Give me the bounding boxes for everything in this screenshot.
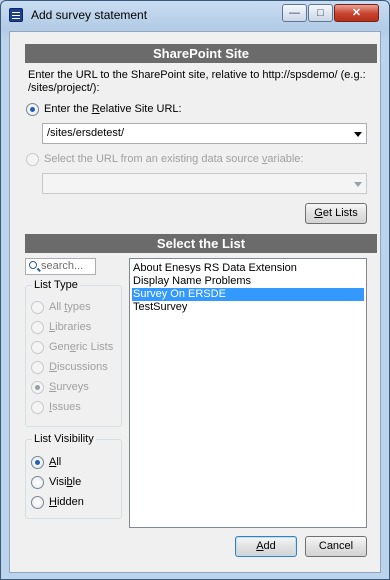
list-type-generic-lists-radio[interactable] [31,341,44,354]
list-type-issues-radio[interactable] [31,401,44,414]
list-type-all-types-label[interactable]: All types [49,301,91,313]
list-type-surveys-label[interactable]: Surveys [49,381,89,393]
list-item[interactable]: Display Name Problems [132,275,364,288]
dialog-client-area: SharePoint Site Enter the URL to the Sha… [9,31,381,573]
dialog-window: Add survey statement — □ ✕ SharePoint Si… [0,0,390,580]
add-button[interactable]: Add [235,536,297,557]
visibility-hidden-radio[interactable] [31,496,44,509]
visibility-visible-radio[interactable] [31,476,44,489]
list-type-discussions-label[interactable]: Discussions [49,361,108,373]
list-type-libraries-label[interactable]: Libraries [49,321,91,333]
cancel-button[interactable]: Cancel [305,536,367,557]
list-item[interactable]: TestSurvey [132,301,364,314]
close-button[interactable]: ✕ [334,4,379,22]
lists-listbox[interactable]: About Enesys RS Data Extension Display N… [129,258,367,528]
search-input[interactable]: search... [25,258,96,275]
list-type-legend: List Type [32,279,80,291]
relative-url-combo[interactable]: /sites/ersdetest/ [42,123,367,144]
visibility-visible-label[interactable]: Visible [49,476,81,488]
instruction-line-2: /sites/project/): [28,82,100,94]
sharepoint-site-header: SharePoint Site [25,44,377,63]
instruction-line-1: Enter the URL to the SharePoint site, re… [28,69,366,81]
list-type-discussions-radio[interactable] [31,361,44,374]
list-type-libraries-radio[interactable] [31,321,44,334]
list-type-generic-lists-label[interactable]: Generic Lists [49,341,113,353]
window-title: Add survey statement [31,8,148,22]
list-type-all-types-radio[interactable] [31,301,44,314]
maximize-button[interactable]: □ [308,4,333,22]
list-item[interactable]: About Enesys RS Data Extension [132,262,364,275]
datasource-variable-combo[interactable] [42,173,367,194]
app-icon [9,8,23,22]
chevron-down-icon[interactable] [354,132,362,137]
search-icon [29,261,37,269]
visibility-all-label[interactable]: All [49,456,61,468]
select-list-header: Select the List [25,234,377,253]
datasource-variable-label[interactable]: Select the URL from an existing data sou… [44,153,303,165]
search-placeholder: search... [41,260,84,272]
datasource-variable-radio[interactable] [26,153,39,166]
visibility-hidden-label[interactable]: Hidden [49,496,84,508]
relative-url-value: /sites/ersdetest/ [47,127,125,139]
get-lists-button[interactable]: Get Lists [305,203,367,224]
chevron-down-icon[interactable] [354,182,362,187]
list-type-issues-label[interactable]: Issues [49,401,81,413]
list-item-selected[interactable]: Survey On ERSDE [132,288,364,301]
visibility-all-radio[interactable] [31,456,44,469]
list-type-surveys-radio[interactable] [31,381,44,394]
relative-url-label[interactable]: Enter the Relative Site URL: [44,103,182,115]
relative-url-radio[interactable] [26,103,39,116]
minimize-button[interactable]: — [282,4,307,22]
list-visibility-legend: List Visibility [32,433,96,445]
title-bar[interactable]: Add survey statement — □ ✕ [1,1,389,30]
